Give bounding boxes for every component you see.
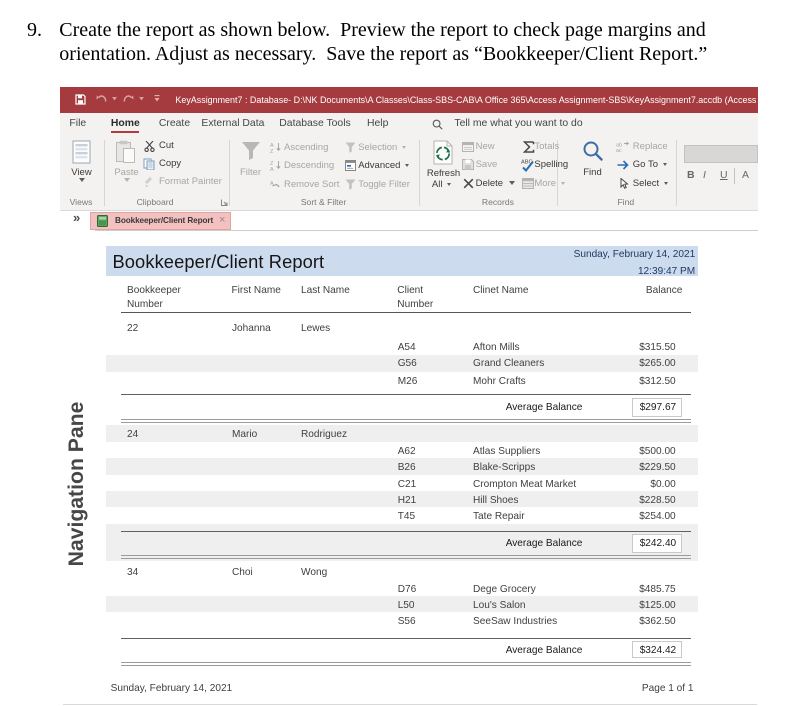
svg-text:Z: Z: [270, 149, 274, 153]
svg-text:ac: ac: [616, 148, 622, 152]
svg-text:A: A: [270, 167, 274, 171]
